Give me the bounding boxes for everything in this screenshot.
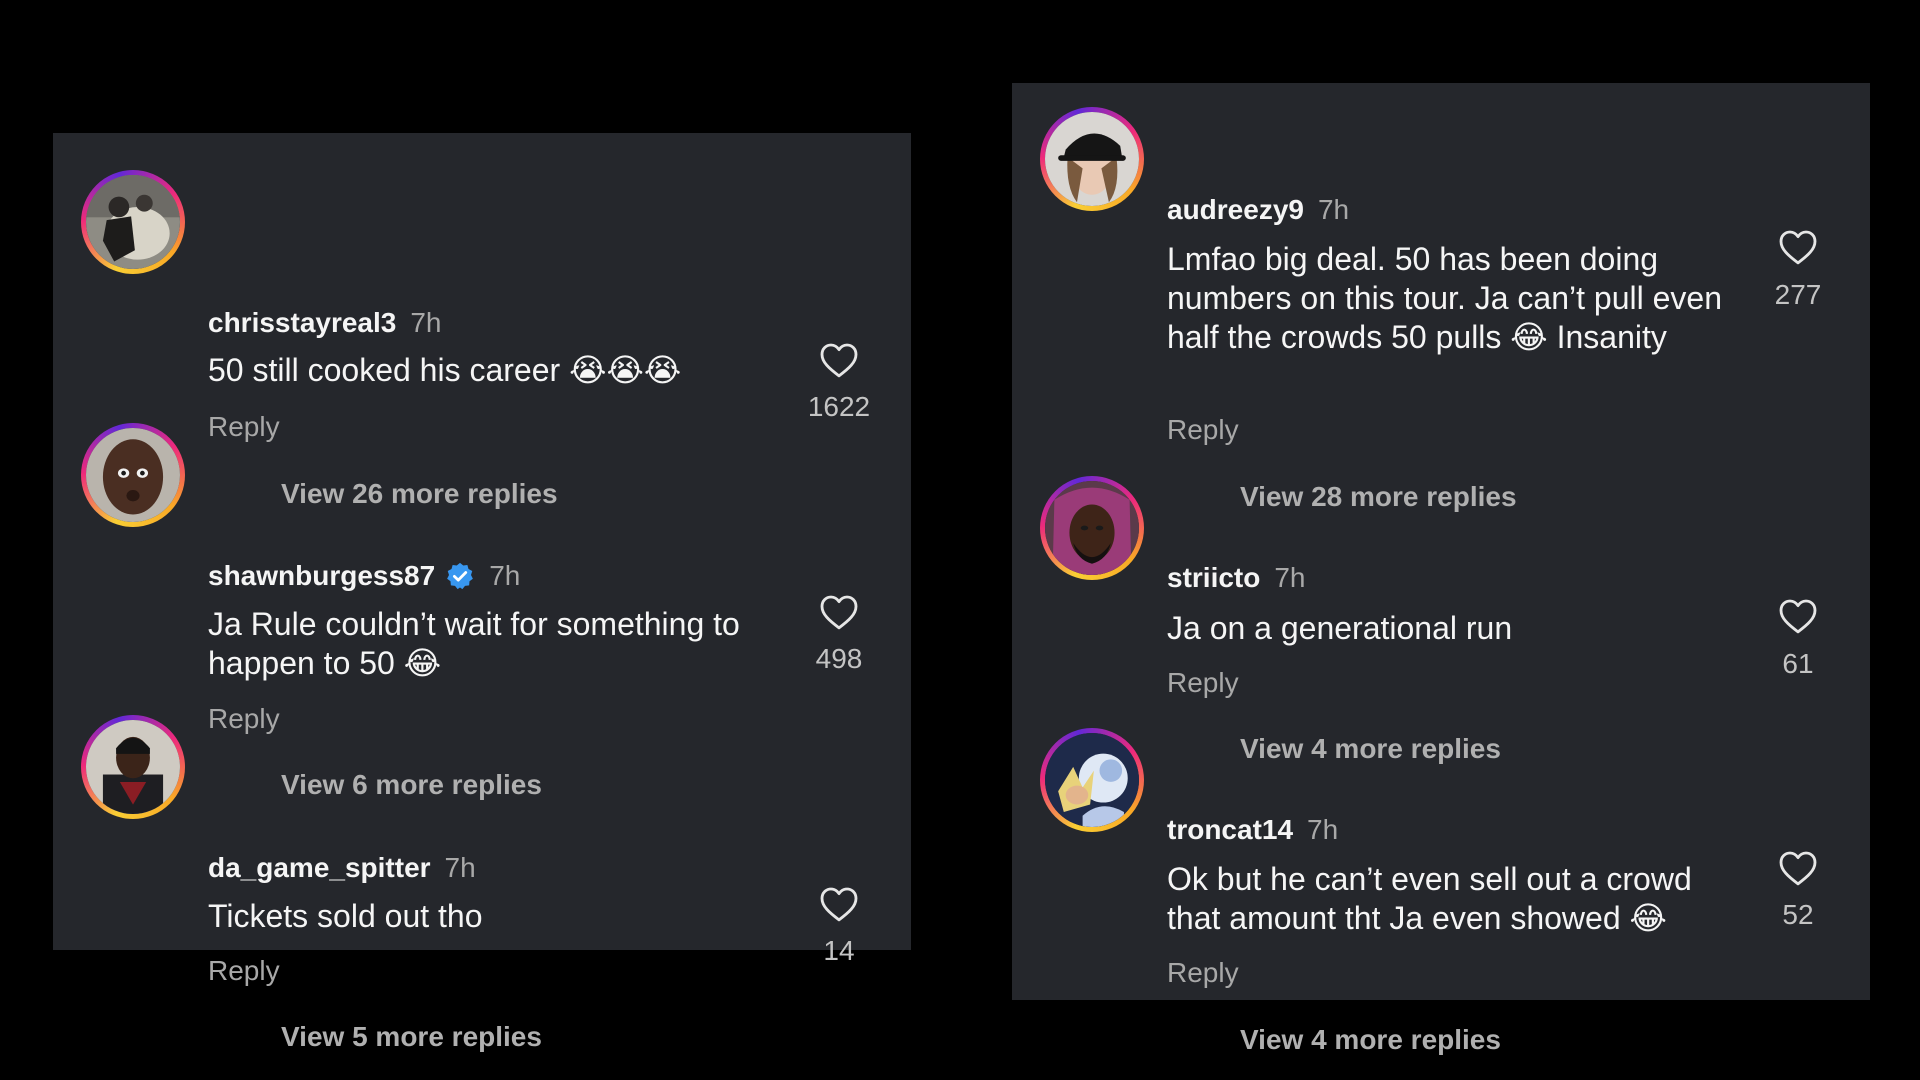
like-button[interactable] bbox=[819, 593, 859, 631]
comment-meta: troncat14 7h bbox=[1167, 812, 1338, 848]
like-count: 498 bbox=[815, 643, 863, 674]
reply-button[interactable]: Reply bbox=[208, 703, 280, 735]
like-button[interactable] bbox=[1778, 228, 1818, 266]
reply-button[interactable]: Reply bbox=[1167, 414, 1239, 446]
avatar-photo bbox=[86, 720, 180, 814]
avatar-photo bbox=[86, 175, 180, 269]
avatar[interactable] bbox=[81, 170, 185, 274]
username[interactable]: shawnburgess87 bbox=[208, 560, 435, 591]
view-replies-button[interactable]: View 4 more replies bbox=[1240, 1024, 1501, 1056]
like-button[interactable] bbox=[1778, 849, 1818, 887]
comment-text: Lmfao big deal. 50 has been doing number… bbox=[1167, 241, 1722, 355]
comment-meta: audreezy9 7h bbox=[1167, 192, 1349, 228]
view-replies-button[interactable]: View 28 more replies bbox=[1240, 481, 1517, 513]
view-replies-button[interactable]: View 4 more replies bbox=[1240, 733, 1501, 765]
comment-text: 50 still cooked his career 😭😭😭 bbox=[208, 352, 682, 388]
avatar-photo bbox=[1045, 733, 1139, 827]
comment-meta: striicto 7h bbox=[1167, 560, 1306, 596]
heart-outline-icon bbox=[1779, 230, 1817, 265]
view-replies-button[interactable]: View 6 more replies bbox=[281, 769, 542, 801]
heart-outline-icon bbox=[820, 887, 858, 922]
heart-outline-icon bbox=[1779, 851, 1817, 886]
verified-badge-icon bbox=[445, 561, 475, 591]
username[interactable]: striicto bbox=[1167, 562, 1260, 593]
like-button[interactable] bbox=[819, 341, 859, 379]
avatar[interactable] bbox=[1040, 728, 1144, 832]
username[interactable]: chrisstayreal3 bbox=[208, 307, 396, 338]
view-replies-button[interactable]: View 26 more replies bbox=[281, 478, 558, 510]
timestamp: 7h bbox=[444, 852, 476, 883]
avatar[interactable] bbox=[81, 715, 185, 819]
avatar[interactable] bbox=[1040, 107, 1144, 211]
username[interactable]: audreezy9 bbox=[1167, 194, 1304, 225]
avatar[interactable] bbox=[1040, 476, 1144, 580]
comment-text: Tickets sold out tho bbox=[208, 898, 483, 934]
heart-outline-icon bbox=[1779, 599, 1817, 634]
reply-button[interactable]: Reply bbox=[208, 955, 280, 987]
like-count: 1622 bbox=[807, 391, 871, 422]
heart-outline-icon bbox=[820, 595, 858, 630]
like-count: 61 bbox=[1782, 648, 1814, 679]
timestamp: 7h bbox=[1274, 562, 1306, 593]
heart-outline-icon bbox=[820, 343, 858, 378]
view-replies-button[interactable]: View 5 more replies bbox=[281, 1021, 542, 1053]
avatar[interactable] bbox=[81, 423, 185, 527]
username[interactable]: da_game_spitter bbox=[208, 852, 431, 883]
like-count: 14 bbox=[823, 935, 855, 966]
reply-button[interactable]: Reply bbox=[1167, 957, 1239, 989]
timestamp: 7h bbox=[489, 560, 521, 591]
like-button[interactable] bbox=[819, 885, 859, 923]
comment-meta: da_game_spitter 7h bbox=[208, 850, 476, 886]
like-count: 52 bbox=[1782, 899, 1814, 930]
avatar-photo bbox=[1045, 112, 1139, 206]
comments-panel-right: audreezy9 7h Lmfao big deal. 50 has been … bbox=[1012, 83, 1870, 1055]
avatar-photo bbox=[1045, 481, 1139, 575]
timestamp: 7h bbox=[1317, 194, 1350, 225]
like-count: 277 bbox=[1774, 279, 1822, 310]
comment-text: Ja Rule couldn’t wait for something to h… bbox=[208, 606, 740, 681]
username[interactable]: troncat14 bbox=[1167, 814, 1293, 845]
like-button[interactable] bbox=[1778, 597, 1818, 635]
comment-text: Ok but he can’t even sell out a crowd th… bbox=[1167, 861, 1692, 936]
reply-button[interactable]: Reply bbox=[1167, 667, 1239, 699]
comments-panel-left: chrisstayreal3 7h 50 still cooked his car… bbox=[53, 133, 911, 1052]
timestamp: 7h bbox=[1307, 814, 1339, 845]
avatar-photo bbox=[86, 428, 180, 522]
reply-button[interactable]: Reply bbox=[208, 411, 280, 443]
comment-meta: shawnburgess87 7h bbox=[208, 558, 520, 594]
timestamp: 7h bbox=[410, 307, 442, 338]
comment-text: Ja on a generational run bbox=[1167, 610, 1513, 646]
comment-meta: chrisstayreal3 7h bbox=[208, 305, 442, 341]
